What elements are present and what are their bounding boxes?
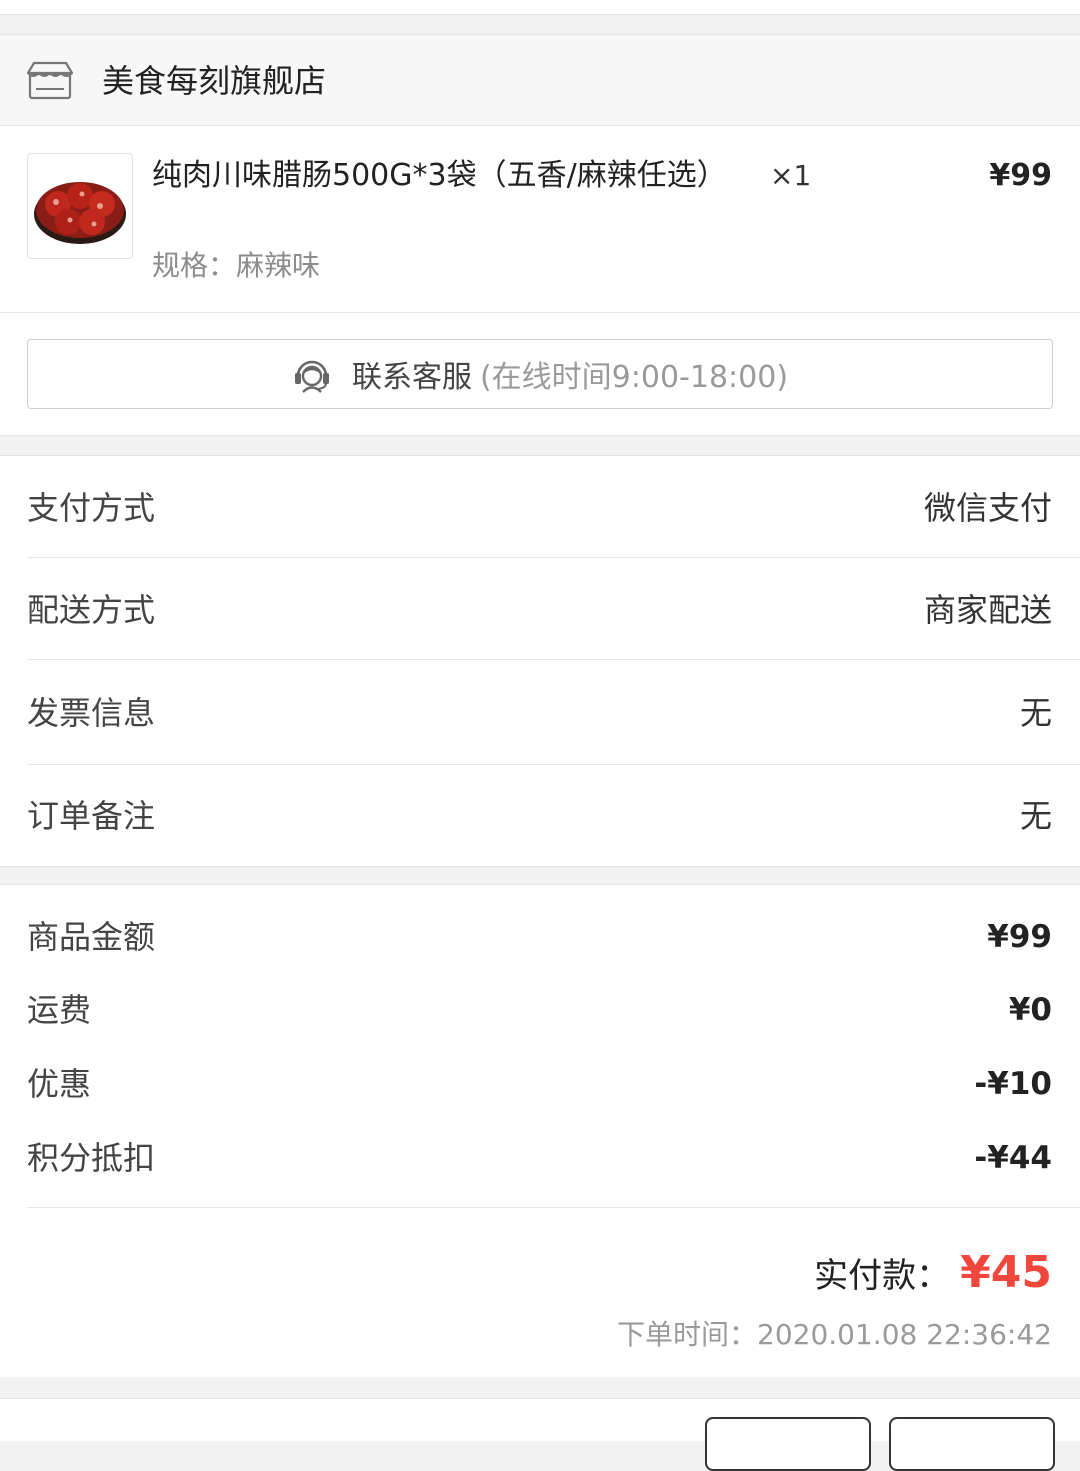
contact-service-label: 联系客服: [351, 360, 472, 395]
product-price: ¥99: [989, 158, 1052, 193]
divider: [27, 764, 1080, 765]
product-quantity: ×1: [770, 159, 812, 192]
amount-section: 商品金额 ¥99 运费 ¥0 优惠 -¥10 积分抵扣 -¥44 实付款： ¥4…: [0, 884, 1080, 1377]
total-paid-value: ¥45: [960, 1247, 1052, 1298]
order-remark-label: 订单备注: [27, 797, 156, 835]
order-time: 下单时间：2020.01.08 22:36:42: [617, 1318, 1052, 1351]
action-button-right[interactable]: [889, 1417, 1055, 1471]
discount-row: 优惠 -¥10: [27, 1064, 1052, 1104]
product-name: 纯肉川味腊肠500G*3袋（五香/麻辣任选）: [152, 158, 727, 193]
points-deduction-label: 积分抵扣: [27, 1139, 156, 1177]
product-spec: 规格：麻辣味: [152, 249, 321, 282]
store-icon: [26, 61, 74, 100]
shipping-fee-row: 运费 ¥0: [27, 990, 1052, 1030]
goods-amount-label: 商品金额: [27, 918, 156, 956]
top-strip: [0, 0, 1080, 15]
payment-method-value: 微信支付: [923, 489, 1052, 527]
divider: [27, 659, 1080, 660]
goods-amount-value: ¥99: [987, 919, 1052, 955]
bottom-action-bar: [0, 1398, 1080, 1471]
delivery-method-value: 商家配送: [923, 591, 1052, 629]
shipping-fee-label: 运费: [27, 991, 92, 1029]
payment-method-label: 支付方式: [27, 489, 156, 527]
customer-service-icon: [294, 360, 329, 393]
invoice-info-value: 无: [1019, 694, 1052, 732]
delivery-method-row: 配送方式 商家配送: [27, 590, 1080, 630]
total-paid: 实付款： ¥45: [814, 1247, 1052, 1298]
points-deduction-row: 积分抵扣 -¥44: [27, 1138, 1052, 1178]
contact-service-hours: (在线时间9:00-18:00): [479, 360, 789, 395]
order-remark-value: 无: [1019, 797, 1052, 835]
total-paid-label: 实付款：: [814, 1256, 951, 1296]
goods-amount-row: 商品金额 ¥99: [27, 917, 1052, 957]
action-button-left[interactable]: [705, 1417, 871, 1471]
store-name: 美食每刻旗舰店: [102, 62, 327, 100]
sausage-image: [34, 182, 126, 244]
invoice-info-row: 发票信息 无: [27, 693, 1080, 733]
points-deduction-value: -¥44: [974, 1140, 1052, 1176]
discount-value: -¥10: [974, 1066, 1052, 1102]
product-item[interactable]: 纯肉川味腊肠500G*3袋（五香/麻辣任选） ×1 ¥99 规格：麻辣味: [0, 126, 1080, 313]
order-info-section: 支付方式 微信支付 配送方式 商家配送 发票信息 无 订单备注 无: [0, 455, 1080, 867]
invoice-info-label: 发票信息: [27, 694, 156, 732]
divider: [27, 1207, 1080, 1208]
delivery-method-label: 配送方式: [27, 591, 156, 629]
discount-label: 优惠: [27, 1065, 92, 1103]
store-header[interactable]: 美食每刻旗舰店: [0, 34, 1080, 126]
order-remark-row: 订单备注 无: [27, 796, 1080, 836]
product-thumbnail[interactable]: [27, 153, 133, 259]
divider: [27, 557, 1080, 558]
contact-section: 联系客服 (在线时间9:00-18:00): [0, 313, 1080, 436]
contact-service-button[interactable]: 联系客服 (在线时间9:00-18:00): [27, 339, 1053, 409]
shipping-fee-value: ¥0: [1008, 992, 1052, 1028]
payment-method-row: 支付方式 微信支付: [27, 488, 1080, 528]
